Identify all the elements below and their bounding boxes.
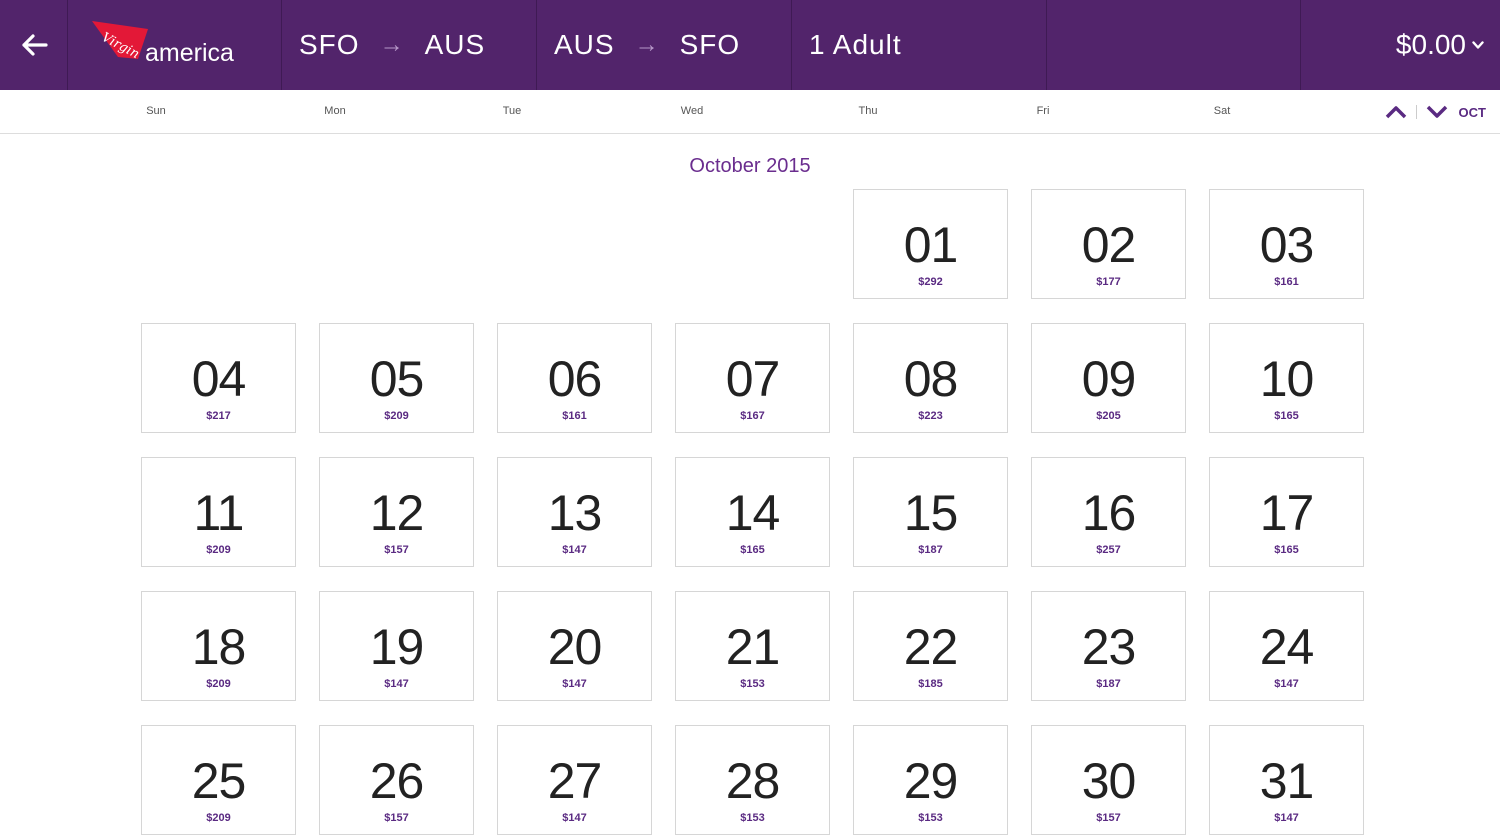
- calendar-day-cell[interactable]: 28 $153: [675, 725, 830, 835]
- day-fare-price: $153: [740, 678, 765, 690]
- calendar-day-cell[interactable]: 18 $209: [141, 591, 296, 701]
- calendar-day-cell[interactable]: 19 $147: [319, 591, 474, 701]
- calendar-day-cell[interactable]: 09 $205: [1031, 323, 1186, 433]
- day-number: 17: [1259, 485, 1315, 541]
- day-number: 21: [725, 619, 781, 675]
- calendar-day-cell[interactable]: 08 $223: [853, 323, 1008, 433]
- day-fare-price: $167: [740, 410, 765, 422]
- day-fare-price: $187: [918, 544, 943, 556]
- calendar-day-cell[interactable]: 27 $147: [497, 725, 652, 835]
- calendar-day-cell[interactable]: 25 $209: [141, 725, 296, 835]
- day-number: 01: [903, 217, 959, 273]
- calendar-day-cell[interactable]: 04 $217: [141, 323, 296, 433]
- day-number: 25: [191, 753, 247, 809]
- day-number: 05: [369, 351, 425, 407]
- calendar-day-cell[interactable]: 16 $257: [1031, 457, 1186, 567]
- day-fare-price: $209: [206, 678, 231, 690]
- calendar-day-cell[interactable]: 24 $147: [1209, 591, 1364, 701]
- day-fare-price: $161: [1274, 276, 1299, 288]
- day-fare-price: $209: [206, 544, 231, 556]
- calendar-day-cell[interactable]: 03 $161: [1209, 189, 1364, 299]
- calendar-day-cell[interactable]: 30 $157: [1031, 725, 1186, 835]
- day-fare-price: $147: [384, 678, 409, 690]
- calendar-day-cell[interactable]: 12 $157: [319, 457, 474, 567]
- day-number: 09: [1081, 351, 1137, 407]
- day-fare-price: $177: [1096, 276, 1121, 288]
- calendar-day-cell[interactable]: 17 $165: [1209, 457, 1364, 567]
- day-number: 08: [903, 351, 959, 407]
- day-number: 07: [725, 351, 781, 407]
- calendar-day-cell[interactable]: 07 $167: [675, 323, 830, 433]
- day-fare-price: $147: [562, 812, 587, 824]
- day-fare-price: $223: [918, 410, 943, 422]
- day-number: 15: [903, 485, 959, 541]
- day-fare-price: $185: [918, 678, 943, 690]
- day-number: 20: [547, 619, 603, 675]
- day-number: 19: [369, 619, 425, 675]
- day-fare-price: $217: [206, 410, 231, 422]
- calendar-day-cell[interactable]: 22 $185: [853, 591, 1008, 701]
- day-fare-price: $153: [918, 812, 943, 824]
- day-fare-price: $209: [206, 812, 231, 824]
- day-number: 24: [1259, 619, 1315, 675]
- calendar-day-cell[interactable]: 15 $187: [853, 457, 1008, 567]
- day-number: 12: [369, 485, 425, 541]
- day-number: 30: [1081, 753, 1137, 809]
- day-fare-price: $147: [562, 678, 587, 690]
- day-number: 28: [725, 753, 781, 809]
- day-fare-price: $153: [740, 812, 765, 824]
- day-fare-price: $147: [1274, 678, 1299, 690]
- day-fare-price: $147: [1274, 812, 1299, 824]
- calendar-day-cell[interactable]: 10 $165: [1209, 323, 1364, 433]
- calendar-day-cell[interactable]: 14 $165: [675, 457, 830, 567]
- day-number: 16: [1081, 485, 1137, 541]
- day-fare-price: $165: [1274, 544, 1299, 556]
- day-fare-price: $157: [1096, 812, 1121, 824]
- day-number: 14: [725, 485, 781, 541]
- day-fare-price: $292: [918, 276, 943, 288]
- day-number: 03: [1259, 217, 1315, 273]
- day-number: 29: [903, 753, 959, 809]
- calendar-day-cell[interactable]: 02 $177: [1031, 189, 1186, 299]
- day-number: 10: [1259, 351, 1315, 407]
- calendar-day-cell[interactable]: 01 $292: [853, 189, 1008, 299]
- day-fare-price: $257: [1096, 544, 1121, 556]
- calendar-grid: 01 $292 02 $177 03 $161 04 $217 05 $209 06 $161 07 $1…: [0, 0, 1500, 835]
- calendar-day-cell[interactable]: 06 $161: [497, 323, 652, 433]
- calendar-day-cell[interactable]: 23 $187: [1031, 591, 1186, 701]
- day-fare-price: $157: [384, 544, 409, 556]
- day-number: 06: [547, 351, 603, 407]
- day-number: 31: [1259, 753, 1315, 809]
- day-fare-price: $161: [562, 410, 587, 422]
- day-number: 13: [547, 485, 603, 541]
- day-number: 18: [191, 619, 247, 675]
- calendar-day-cell[interactable]: 31 $147: [1209, 725, 1364, 835]
- day-number: 04: [191, 351, 247, 407]
- calendar-day-cell[interactable]: 11 $209: [141, 457, 296, 567]
- day-fare-price: $165: [740, 544, 765, 556]
- calendar-day-cell[interactable]: 26 $157: [319, 725, 474, 835]
- calendar-day-cell[interactable]: 05 $209: [319, 323, 474, 433]
- day-number: 27: [547, 753, 603, 809]
- day-fare-price: $187: [1096, 678, 1121, 690]
- calendar-day-cell[interactable]: 13 $147: [497, 457, 652, 567]
- day-number: 23: [1081, 619, 1137, 675]
- day-fare-price: $205: [1096, 410, 1121, 422]
- day-fare-price: $209: [384, 410, 409, 422]
- day-number: 11: [193, 485, 245, 541]
- day-number: 22: [903, 619, 959, 675]
- day-fare-price: $165: [1274, 410, 1299, 422]
- day-number: 26: [369, 753, 425, 809]
- calendar-day-cell[interactable]: 20 $147: [497, 591, 652, 701]
- calendar-day-cell[interactable]: 21 $153: [675, 591, 830, 701]
- day-fare-price: $157: [384, 812, 409, 824]
- calendar-day-cell[interactable]: 29 $153: [853, 725, 1008, 835]
- day-fare-price: $147: [562, 544, 587, 556]
- day-number: 02: [1081, 217, 1137, 273]
